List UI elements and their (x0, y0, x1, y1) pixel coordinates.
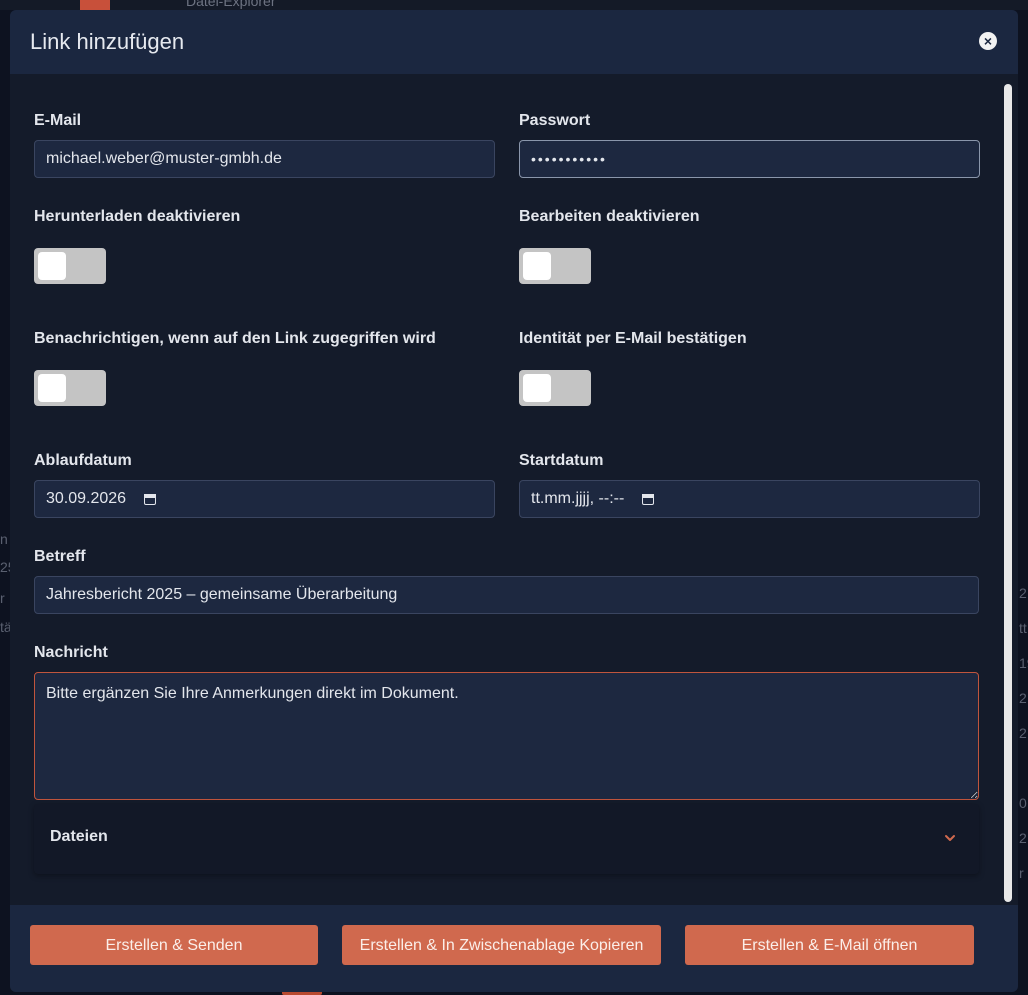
create-and-copy-button[interactable]: Erstellen & In Zwischenablage Kopieren (342, 925, 661, 965)
background-right-fragment: r (1019, 865, 1024, 881)
background-left-fragment: n (0, 531, 8, 547)
files-accordion-title: Dateien (50, 828, 108, 845)
modal-header: Link hinzufügen × (10, 10, 1018, 74)
background-topbar (0, 0, 1028, 10)
password-label: Passwort (519, 112, 591, 129)
toggle-knob (38, 252, 66, 280)
create-and-send-button[interactable]: Erstellen & Senden (30, 925, 318, 965)
background-right-fragment: tt (1019, 620, 1027, 636)
subject-input[interactable]: Jahresbericht 2025 – gemeinsame Überarbe… (34, 576, 979, 614)
disable-edit-label: Bearbeiten deaktivieren (519, 208, 700, 225)
toggle-knob (38, 374, 66, 402)
expiry-date-value: 30.09.2026 (46, 490, 127, 507)
disable-edit-toggle[interactable] (519, 248, 591, 284)
background-right-fragment: 2 (1019, 725, 1027, 741)
background-right-fragment: 2 (1019, 690, 1027, 706)
verify-identity-toggle[interactable] (519, 370, 591, 406)
notify-label: Benachrichtigen, wenn auf den Link zugeg… (34, 330, 436, 347)
email-input[interactable]: michael.weber@muster-gmbh.de (34, 140, 495, 178)
disable-download-label: Herunterladen deaktivieren (34, 208, 241, 225)
start-date-input[interactable]: tt.mm.jjjj, --:-- (519, 480, 980, 518)
chevron-down-icon[interactable] (940, 828, 960, 848)
verify-identity-label: Identität per E-Mail bestätigen (519, 330, 747, 347)
background-red-button (80, 0, 110, 10)
disable-download-toggle[interactable] (34, 248, 106, 284)
add-link-modal: Link hinzufügen × E-Mail michael.weber@m… (10, 10, 1018, 992)
calendar-icon[interactable] (642, 492, 656, 506)
message-textarea[interactable]: Bitte ergänzen Sie Ihre Anmerkungen dire… (34, 672, 979, 800)
files-accordion[interactable]: Dateien (34, 804, 979, 874)
modal-title: Link hinzufügen (30, 29, 185, 54)
background-right-fragment: 0 (1019, 795, 1027, 811)
modal-footer: Erstellen & Senden Erstellen & In Zwisch… (10, 905, 1018, 992)
scrollbar-thumb[interactable] (1004, 84, 1012, 902)
expiry-date-label: Ablaufdatum (34, 452, 132, 469)
create-and-open-email-button[interactable]: Erstellen & E-Mail öffnen (685, 925, 974, 965)
background-title: Datei-Explorer (186, 0, 276, 9)
email-label: E-Mail (34, 112, 82, 129)
background-right-fragment: 2 (1019, 830, 1027, 846)
subject-label: Betreff (34, 548, 86, 565)
modal-body: E-Mail michael.weber@muster-gmbh.de Pass… (10, 74, 1018, 905)
message-label: Nachricht (34, 644, 108, 661)
notify-toggle[interactable] (34, 370, 106, 406)
background-right-fragment: 2 (1019, 585, 1027, 601)
background-left-fragment: r (0, 590, 5, 606)
background-right-fragment: 19 (1019, 655, 1028, 671)
toggle-knob (523, 252, 551, 280)
close-icon[interactable]: × (979, 32, 997, 50)
toggle-knob (523, 374, 551, 402)
calendar-icon[interactable] (144, 492, 158, 506)
start-date-placeholder: tt.mm.jjjj, --:-- (531, 490, 625, 507)
password-input[interactable]: ••••••••••• (519, 140, 980, 178)
start-date-label: Startdatum (519, 452, 604, 469)
expiry-date-input[interactable]: 30.09.2026 (34, 480, 495, 518)
